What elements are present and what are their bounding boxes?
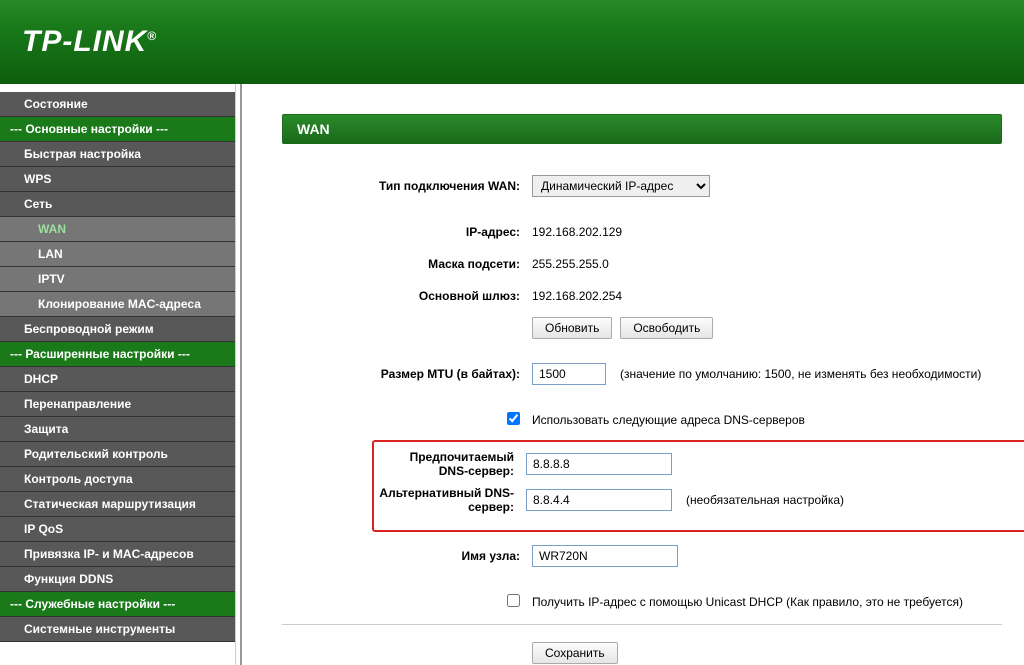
sidebar-item-network[interactable]: Сеть	[0, 192, 235, 217]
sidebar-item-quick-setup[interactable]: Быстрая настройка	[0, 142, 235, 167]
sidebar-heading-basic: --- Основные настройки ---	[0, 117, 235, 142]
brand-logo: TP-LINK®	[22, 25, 157, 59]
sidebar-item-wps[interactable]: WPS	[0, 167, 235, 192]
input-hostname[interactable]	[532, 545, 678, 567]
sidebar: Состояние --- Основные настройки --- Быс…	[0, 84, 236, 665]
sidebar-item-mac-clone[interactable]: Клонирование MAC-адреса	[0, 292, 235, 317]
release-button[interactable]: Освободить	[620, 317, 713, 339]
dns-highlight-box: Предпочитаемый DNS-сервер: Альтернативны…	[372, 440, 1024, 532]
label-ip: IP-адрес:	[282, 225, 532, 239]
sidebar-heading-advanced: --- Расширенные настройки ---	[0, 342, 235, 367]
sidebar-item-access[interactable]: Контроль доступа	[0, 467, 235, 492]
input-mtu[interactable]	[532, 363, 606, 385]
sidebar-item-parental[interactable]: Родительский контроль	[0, 442, 235, 467]
divider	[282, 624, 1002, 625]
page-title: WAN	[283, 115, 1001, 143]
sidebar-item-wan[interactable]: WAN	[0, 217, 235, 242]
value-gateway: 192.168.202.254	[532, 289, 622, 303]
sidebar-item-lan[interactable]: LAN	[0, 242, 235, 267]
sidebar-item-ipqos[interactable]: IP QoS	[0, 517, 235, 542]
input-dns2[interactable]	[526, 489, 672, 511]
hint-dns2: (необязательная настройка)	[686, 493, 844, 507]
value-ip: 192.168.202.129	[532, 225, 622, 239]
sidebar-item-systools[interactable]: Системные инструменты	[0, 617, 235, 642]
checkbox-use-dns[interactable]	[507, 412, 520, 425]
label-gateway: Основной шлюз:	[282, 289, 532, 303]
brand-text: TP-LINK	[22, 25, 147, 58]
value-mask: 255.255.255.0	[532, 257, 609, 271]
save-button[interactable]: Сохранить	[532, 642, 618, 664]
renew-button[interactable]: Обновить	[532, 317, 612, 339]
main-content: WAN Тип подключения WAN: Динамический IP…	[242, 84, 1024, 665]
sidebar-item-status[interactable]: Состояние	[0, 92, 235, 117]
sidebar-item-wireless[interactable]: Беспроводной режим	[0, 317, 235, 342]
sidebar-item-dhcp[interactable]: DHCP	[0, 367, 235, 392]
label-conn-type: Тип подключения WAN:	[282, 179, 532, 193]
label-mtu: Размер MTU (в байтах):	[282, 367, 532, 381]
sidebar-item-binding[interactable]: Привязка IP- и MAC-адресов	[0, 542, 235, 567]
label-dns1: Предпочитаемый DNS-сервер:	[378, 450, 526, 478]
label-mask: Маска подсети:	[282, 257, 532, 271]
label-hostname: Имя узла:	[282, 549, 532, 563]
hint-mtu: (значение по умолчанию: 1500, не изменят…	[620, 367, 981, 381]
checkbox-unicast[interactable]	[507, 594, 520, 607]
header: TP-LINK®	[0, 0, 1024, 84]
label-unicast: Получить IP-адрес с помощью Unicast DHCP…	[532, 595, 963, 609]
sidebar-item-iptv[interactable]: IPTV	[0, 267, 235, 292]
sidebar-item-routing[interactable]: Статическая маршрутизация	[0, 492, 235, 517]
input-dns1[interactable]	[526, 453, 672, 475]
sidebar-item-forwarding[interactable]: Перенаправление	[0, 392, 235, 417]
sidebar-item-security[interactable]: Защита	[0, 417, 235, 442]
sidebar-item-ddns[interactable]: Функция DDNS	[0, 567, 235, 592]
label-dns2: Альтернативный DNS-сервер:	[378, 486, 526, 514]
page-title-wrap: WAN	[282, 114, 1002, 144]
registered-mark: ®	[147, 29, 157, 43]
select-conn-type[interactable]: Динамический IP-адрес	[532, 175, 710, 197]
label-use-dns: Использовать следующие адреса DNS-сервер…	[532, 413, 805, 427]
sidebar-heading-service: --- Служебные настройки ---	[0, 592, 235, 617]
